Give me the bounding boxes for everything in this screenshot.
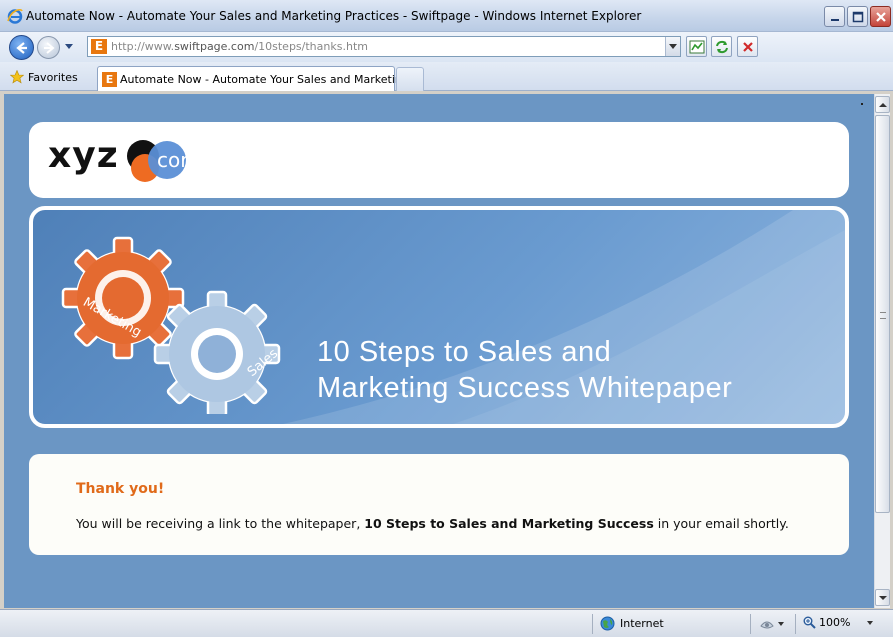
zoom-level: 100% (819, 616, 851, 629)
protected-mode-icon (760, 621, 774, 629)
banner-title-line1: 10 Steps to Sales and (317, 336, 612, 368)
address-dropdown-button[interactable] (665, 37, 680, 56)
forward-arrow-icon (44, 42, 55, 54)
zoom-icon (803, 616, 816, 629)
favorites-star-icon (10, 70, 24, 84)
hero-banner: Marketing Sales 10 Steps to Sales and Ma… (29, 206, 849, 428)
favorites-label: Favorites (28, 70, 78, 84)
site-favicon-icon: E (91, 39, 107, 54)
security-zone-label: Internet (620, 617, 664, 630)
logo-corp-text: corp (157, 148, 202, 172)
minimize-icon (831, 19, 839, 21)
protected-mode-caret-icon (778, 621, 784, 626)
whitepaper-title: 10 Steps to Sales and Marketing Success (364, 516, 654, 531)
vertical-scrollbar[interactable] (874, 94, 890, 608)
back-button[interactable] (9, 35, 34, 60)
zoom-caret-icon (867, 620, 874, 625)
compatibility-view-button[interactable] (686, 36, 707, 57)
navigation-bar: E http://www.swiftpage.com/10steps/thank… (0, 32, 893, 62)
refresh-icon (716, 40, 728, 54)
thank-you-heading: Thank you! (76, 481, 165, 497)
stop-button[interactable] (737, 36, 758, 57)
close-window-button[interactable] (870, 6, 891, 27)
page-artifact-dot (861, 103, 863, 105)
close-icon (876, 12, 886, 22)
ie-logo-icon (7, 8, 23, 24)
stop-icon (743, 42, 753, 52)
page-viewport: xyz corp Marketing Sales 10 Steps to Sal… (4, 94, 874, 608)
thank-you-card: Thank you! You will be receiving a link … (29, 454, 849, 555)
thank-you-message: You will be receiving a link to the whit… (76, 516, 789, 531)
sales-gear-icon: Sales (153, 290, 281, 414)
refresh-button[interactable] (711, 36, 732, 57)
favorites-tab-bar: Favorites E Automate Now - Automate Your… (0, 62, 893, 91)
security-zone[interactable]: Internet (600, 616, 664, 631)
tab-favicon-icon: E (102, 72, 117, 87)
address-url[interactable]: http://www.swiftpage.com/10steps/thanks.… (111, 40, 368, 53)
new-tab-button[interactable] (396, 67, 424, 91)
gears-illustration: Marketing Sales (61, 236, 281, 414)
logo-wordmark: xyz (48, 135, 119, 176)
active-tab[interactable]: E Automate Now - Automate Your Sales and… (97, 66, 423, 91)
window-title: Automate Now - Automate Your Sales and M… (26, 9, 642, 23)
favorites-button[interactable]: Favorites (10, 68, 78, 86)
window-title-bar: Automate Now - Automate Your Sales and M… (0, 0, 893, 32)
back-arrow-icon (16, 42, 27, 54)
recent-pages-dropdown[interactable] (65, 44, 73, 49)
globe-icon (600, 616, 615, 631)
marketing-gear-icon: Marketing (61, 236, 185, 360)
scroll-thumb[interactable] (875, 115, 890, 513)
address-bar[interactable]: E http://www.swiftpage.com/10steps/thank… (87, 36, 681, 57)
minimize-button[interactable] (824, 6, 845, 27)
banner-title: 10 Steps to Sales and Marketing Success … (317, 334, 732, 406)
status-divider (750, 614, 751, 634)
tab-label: Automate Now - Automate Your Sales and M… (120, 73, 423, 86)
maximize-button[interactable] (847, 6, 868, 27)
forward-button[interactable] (37, 36, 60, 59)
banner-title-line2: Marketing Success Whitepaper (317, 372, 733, 404)
maximize-icon (852, 11, 864, 23)
zoom-control[interactable]: 100% (803, 616, 874, 629)
scroll-up-button[interactable] (875, 96, 890, 113)
status-bar: Internet 100% (0, 609, 893, 637)
compatibility-view-icon (689, 40, 705, 54)
protected-mode-button[interactable] (759, 616, 784, 631)
status-divider (795, 614, 796, 634)
status-divider (592, 614, 593, 634)
scroll-down-button[interactable] (875, 589, 890, 606)
logo-header-card: xyz corp (29, 122, 849, 198)
